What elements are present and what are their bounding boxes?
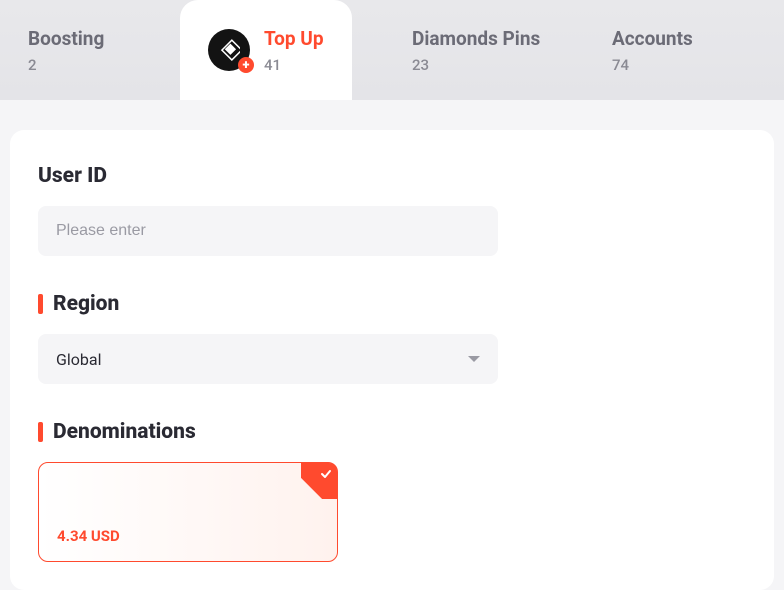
user-id-title: User ID bbox=[38, 164, 746, 188]
accent-bar-icon bbox=[38, 294, 43, 314]
tab-count: 23 bbox=[412, 56, 540, 74]
section-label: Denominations bbox=[53, 420, 196, 444]
accent-bar-icon bbox=[38, 422, 43, 442]
tab-top-up[interactable]: + Top Up 41 bbox=[180, 0, 352, 100]
top-up-icon: + bbox=[208, 29, 250, 71]
tab-label: Accounts bbox=[612, 27, 693, 50]
region-select[interactable]: Global bbox=[38, 334, 498, 384]
user-id-input[interactable] bbox=[38, 206, 498, 256]
tab-count: 2 bbox=[28, 56, 104, 74]
category-tabs: Boosting 2 + Top Up 41 Diamonds Pins 23 … bbox=[0, 0, 784, 100]
tab-accounts[interactable]: Accounts 74 bbox=[584, 0, 784, 100]
tab-boosting[interactable]: Boosting 2 bbox=[0, 0, 180, 100]
form-panel: User ID Region Global Denominations 4.34… bbox=[10, 130, 774, 590]
tab-label: Top Up bbox=[264, 27, 324, 50]
plus-badge-icon: + bbox=[238, 57, 254, 73]
section-label: Region bbox=[53, 292, 119, 316]
tab-count: 41 bbox=[264, 56, 324, 74]
denomination-price: 4.34 USD bbox=[57, 527, 120, 545]
denomination-card[interactable]: 4.34 USD bbox=[38, 462, 338, 562]
chevron-down-icon bbox=[468, 356, 480, 362]
section-label: User ID bbox=[38, 164, 107, 188]
tab-label: Diamonds Pins bbox=[412, 27, 540, 50]
tab-label: Boosting bbox=[28, 27, 104, 50]
denominations-title: Denominations bbox=[38, 420, 746, 444]
region-title: Region bbox=[38, 292, 746, 316]
selected-check-icon bbox=[301, 463, 337, 499]
region-value: Global bbox=[56, 350, 102, 369]
tab-count: 74 bbox=[612, 56, 693, 74]
tab-diamonds-pins[interactable]: Diamonds Pins 23 bbox=[352, 0, 584, 100]
